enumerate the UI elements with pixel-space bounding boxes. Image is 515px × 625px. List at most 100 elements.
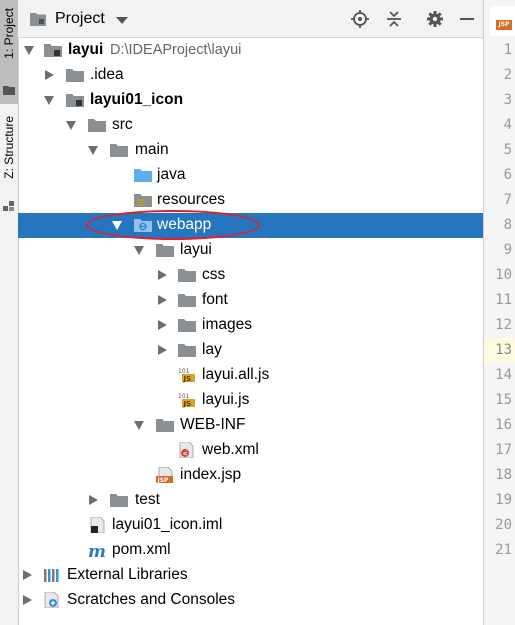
expand-arrow[interactable] bbox=[88, 495, 98, 505]
tree-item-web-xml[interactable]: < web.xml bbox=[18, 438, 483, 463]
folder-icon bbox=[178, 269, 196, 282]
line-number: 11 bbox=[495, 292, 512, 308]
collapse-icon bbox=[387, 11, 401, 27]
tree-item-css[interactable]: css bbox=[18, 263, 483, 288]
expand-arrow[interactable] bbox=[24, 45, 34, 55]
xml-file-icon: < bbox=[179, 442, 194, 458]
folder-icon bbox=[110, 494, 128, 507]
expand-arrow[interactable] bbox=[157, 295, 167, 305]
tree-item-webapp[interactable]: webapp bbox=[18, 213, 483, 238]
javascript-file-icon: 101 JS bbox=[178, 368, 195, 383]
tree-item-test[interactable]: test bbox=[18, 488, 483, 513]
tree-item-src[interactable]: src bbox=[18, 113, 483, 138]
expand-arrow[interactable] bbox=[22, 595, 32, 605]
jsp-file-icon: JSP bbox=[156, 467, 173, 483]
folder-icon bbox=[178, 344, 196, 357]
expand-arrow[interactable] bbox=[157, 345, 167, 355]
expand-arrow[interactable] bbox=[44, 95, 54, 105]
locate-button[interactable] bbox=[351, 10, 369, 28]
expand-arrow[interactable] bbox=[88, 145, 98, 155]
jsp-file-icon: JSP bbox=[496, 20, 512, 30]
tree-item-layui-dir[interactable]: layui bbox=[18, 238, 483, 263]
tree-item-images[interactable]: images bbox=[18, 313, 483, 338]
panel-title[interactable]: Project bbox=[55, 10, 105, 28]
collapse-all-button[interactable] bbox=[385, 10, 403, 28]
svg-text:JS: JS bbox=[183, 375, 192, 383]
structure-tool-tab-label: Z: Structure bbox=[2, 116, 16, 179]
expand-arrow[interactable] bbox=[66, 120, 76, 130]
line-number: 1 bbox=[503, 42, 512, 58]
tree-item-label: WEB-INF bbox=[180, 416, 246, 433]
tree-item-label: index.jsp bbox=[180, 466, 242, 483]
tree-item-iml[interactable]: layui01_icon.iml bbox=[18, 513, 483, 538]
tree-item-label: java bbox=[157, 166, 186, 183]
svg-text:JS: JS bbox=[183, 400, 192, 408]
tree-item-label: External Libraries bbox=[67, 566, 188, 583]
folder-icon bbox=[110, 144, 128, 157]
tree-item-layui-root[interactable]: layui D:\IDEAProject\layui bbox=[18, 38, 483, 63]
folder-icon bbox=[88, 119, 106, 132]
expand-arrow[interactable] bbox=[134, 420, 144, 430]
svg-text:m: m bbox=[88, 542, 106, 558]
tree-item-label: lay bbox=[202, 341, 222, 358]
module-file-icon bbox=[90, 517, 105, 533]
module-folder-icon bbox=[44, 44, 62, 57]
tree-item-label: layui bbox=[68, 41, 104, 58]
chevron-down-icon[interactable] bbox=[116, 17, 128, 24]
tree-item-web-inf[interactable]: WEB-INF bbox=[18, 413, 483, 438]
line-number: 8 bbox=[503, 217, 512, 233]
tree-item-label: images bbox=[202, 316, 252, 333]
scratches-icon bbox=[44, 592, 59, 608]
tree-item-label: pom.xml bbox=[112, 541, 171, 558]
tree-item-module[interactable]: layui01_icon bbox=[18, 88, 483, 113]
tree-item-label: Scratches and Consoles bbox=[67, 591, 236, 608]
javascript-file-icon: 101 JS bbox=[178, 393, 195, 408]
expand-arrow[interactable] bbox=[134, 245, 144, 255]
project-tool-tab[interactable]: 1: Project bbox=[0, 0, 18, 104]
tree-item-path: D:\IDEAProject\layui bbox=[110, 42, 242, 58]
tree-item-label: .idea bbox=[90, 66, 124, 83]
gear-icon bbox=[427, 11, 443, 27]
tree-item-lay[interactable]: lay bbox=[18, 338, 483, 363]
expand-arrow[interactable] bbox=[157, 270, 167, 280]
tree-item-pom[interactable]: m pom.xml bbox=[18, 538, 483, 563]
tree-item-layui-all-js[interactable]: 101 JS layui.all.js bbox=[18, 363, 483, 388]
expand-arrow[interactable] bbox=[22, 570, 32, 580]
expand-arrow[interactable] bbox=[112, 220, 122, 230]
line-number: 9 bbox=[503, 242, 512, 258]
folder-icon bbox=[178, 294, 196, 307]
structure-tool-tab[interactable]: Z: Structure bbox=[0, 112, 18, 216]
tree-item-index-jsp[interactable]: JSP index.jsp bbox=[18, 463, 483, 488]
editor-tab-index-jsp[interactable]: JSP bbox=[490, 6, 515, 36]
svg-text:<: < bbox=[183, 451, 188, 458]
tree-item-label: font bbox=[202, 291, 228, 308]
tree-item-external-libraries[interactable]: External Libraries bbox=[18, 563, 483, 588]
line-number: 5 bbox=[503, 142, 512, 158]
tree-item-font[interactable]: font bbox=[18, 288, 483, 313]
tree-item-main[interactable]: main bbox=[18, 138, 483, 163]
project-tool-tab-label: 1: Project bbox=[2, 8, 16, 59]
tree-item-java[interactable]: java bbox=[18, 163, 483, 188]
tree-item-label: resources bbox=[157, 191, 226, 208]
web-folder-icon bbox=[134, 219, 152, 232]
line-number: 19 bbox=[495, 492, 512, 508]
tree-item-scratches[interactable]: Scratches and Consoles bbox=[18, 588, 483, 613]
folder-icon bbox=[3, 86, 15, 95]
settings-button[interactable] bbox=[426, 10, 444, 28]
expand-arrow[interactable] bbox=[157, 320, 167, 330]
tree-item-idea[interactable]: .idea bbox=[18, 63, 483, 88]
line-number: 4 bbox=[503, 117, 512, 133]
line-number: 14 bbox=[495, 367, 512, 383]
tree-item-resources[interactable]: resources bbox=[18, 188, 483, 213]
line-number: 20 bbox=[495, 517, 512, 533]
folder-icon bbox=[156, 244, 174, 257]
hide-panel-button[interactable] bbox=[458, 10, 476, 28]
line-number: 16 bbox=[495, 417, 512, 433]
tree-item-label: layui01_icon bbox=[90, 91, 184, 108]
expand-arrow[interactable] bbox=[44, 70, 54, 80]
tool-window-strip: 1: Project Z: Structure bbox=[0, 0, 19, 625]
library-icon bbox=[44, 569, 59, 582]
svg-text:101: 101 bbox=[178, 393, 190, 400]
tree-item-layui-js[interactable]: 101 JS layui.js bbox=[18, 388, 483, 413]
line-number: 18 bbox=[495, 467, 512, 483]
